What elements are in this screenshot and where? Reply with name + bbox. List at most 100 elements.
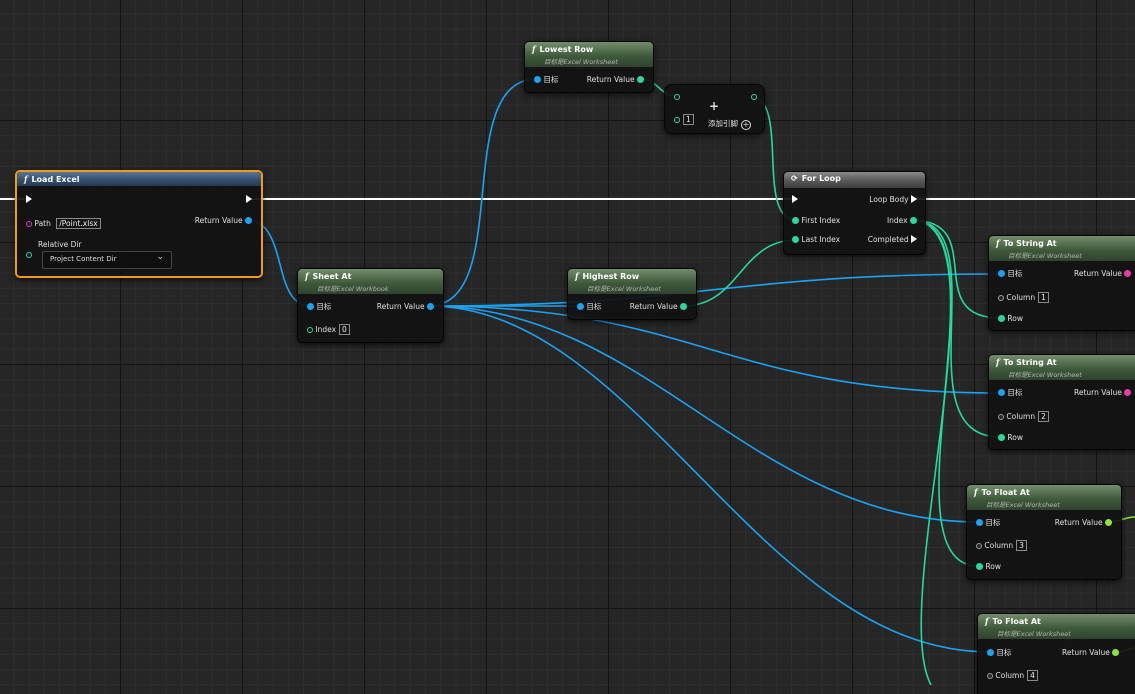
completed-arrow-icon[interactable]	[911, 235, 917, 243]
target-label: 目标	[1007, 388, 1023, 397]
node-header[interactable]: f To String At 目标是Excel Worksheet	[989, 236, 1135, 261]
add-input-b-pin[interactable]	[674, 117, 680, 123]
node-header[interactable]: f To Float At 目标是Excel Worksheet	[967, 485, 1121, 510]
node-subtitle: 目标是Excel Worksheet	[986, 501, 1060, 509]
sheet-to-tofloat1-wire	[427, 305, 980, 523]
return-pin[interactable]	[245, 217, 252, 224]
load-excel-node[interactable]: f Load Excel Path /Point.xlsx Return Valu…	[15, 170, 263, 278]
return-label: Return Value	[1074, 269, 1122, 278]
column-pin[interactable]	[998, 414, 1004, 420]
node-header[interactable]: f Sheet At 目标是Excel Workbook	[298, 269, 443, 294]
add-input-a-pin[interactable]	[674, 94, 680, 100]
function-f-icon: f	[996, 357, 1000, 367]
index-input[interactable]: 0	[339, 324, 350, 335]
return-pin[interactable]	[1124, 270, 1132, 277]
row-label: Row	[985, 562, 1001, 571]
path-input[interactable]: /Point.xlsx	[56, 218, 101, 229]
index-pin[interactable]	[910, 217, 917, 224]
add-input-b-value[interactable]: 1	[683, 114, 694, 125]
target-pin[interactable]	[987, 649, 994, 656]
exec-in-arrow-icon[interactable]	[26, 195, 32, 203]
return-label: Return Value	[629, 302, 678, 311]
index-pin[interactable]	[307, 327, 313, 333]
function-f-icon: f	[575, 271, 579, 281]
node-header[interactable]: ⟳ For Loop	[784, 172, 925, 188]
target-pin[interactable]	[998, 389, 1005, 396]
sheet-at-node[interactable]: f Sheet At 目标是Excel Workbook 目标 Return Va…	[297, 268, 444, 343]
node-header[interactable]: f Highest Row 目标是Excel Worksheet	[568, 269, 696, 294]
lowest-row-node[interactable]: f Lowest Row 目标是Excel Worksheet 目标 Return…	[524, 41, 654, 93]
to-float-at-node-1[interactable]: f To Float At 目标是Excel Worksheet 目标 Retur…	[966, 484, 1122, 580]
add-node[interactable]: 1 + 添加引脚 +	[664, 84, 765, 134]
function-f-icon: f	[974, 487, 978, 497]
function-f-icon: f	[996, 238, 1000, 248]
target-pin[interactable]	[976, 519, 983, 526]
return-label: Return Value	[1062, 648, 1110, 657]
column-input[interactable]: 4	[1027, 670, 1038, 681]
node-subtitle: 目标是Excel Worksheet	[544, 58, 618, 66]
row-label: Row	[1007, 314, 1023, 323]
return-pin[interactable]	[1112, 649, 1120, 656]
target-pin[interactable]	[534, 76, 541, 83]
exec-out-arrow-icon[interactable]	[246, 195, 252, 203]
last-index-pin[interactable]	[792, 236, 799, 243]
node-header[interactable]: f Lowest Row 目标是Excel Worksheet	[525, 42, 653, 67]
loop-body-arrow-icon[interactable]	[911, 195, 917, 203]
add-output-pin[interactable]	[751, 94, 757, 100]
node-title: To Float At	[992, 617, 1041, 626]
first-index-label: First Index	[801, 216, 841, 225]
return-pin[interactable]	[1124, 389, 1132, 396]
index-label: Index	[315, 325, 337, 334]
target-pin[interactable]	[307, 303, 314, 310]
column-input[interactable]: 2	[1038, 411, 1049, 422]
target-label: 目标	[586, 302, 602, 311]
row-pin[interactable]	[998, 315, 1005, 322]
node-header[interactable]: f To String At 目标是Excel Worksheet	[989, 355, 1135, 380]
return-pin[interactable]	[1105, 519, 1112, 526]
highest-to-last-index-wire	[682, 239, 797, 307]
return-pin[interactable]	[680, 303, 687, 310]
add-pin-label[interactable]: 添加引脚	[708, 119, 738, 128]
node-title: For Loop	[801, 174, 841, 183]
sheet-to-tostring1-wire	[427, 273, 1002, 307]
row-pin[interactable]	[976, 563, 983, 570]
node-title: To String At	[1003, 239, 1057, 248]
row-label: Row	[1007, 433, 1023, 442]
to-string-at-node-2[interactable]: f To String At 目标是Excel Worksheet 目标 Retu…	[988, 354, 1135, 450]
column-input[interactable]: 1	[1038, 292, 1049, 303]
highest-row-node[interactable]: f Highest Row 目标是Excel Worksheet 目标 Retur…	[567, 268, 697, 320]
integer-wires	[638, 78, 1001, 685]
column-label: Column	[1006, 412, 1036, 421]
relative-dir-dropdown[interactable]: Project Content Dir ⌄	[42, 251, 172, 269]
for-loop-node[interactable]: ⟳ For Loop Loop Body First Index Index La…	[783, 171, 926, 255]
to-float-at-node-2[interactable]: f To Float At 目标是Excel Worksheet 目标 Retur…	[977, 613, 1135, 694]
return-label: Return Value	[376, 302, 425, 311]
node-title: Highest Row	[582, 272, 640, 281]
return-pin[interactable]	[427, 303, 434, 310]
node-title: Lowest Row	[539, 45, 594, 54]
first-index-pin[interactable]	[792, 217, 799, 224]
add-pin-icon[interactable]: +	[741, 120, 751, 130]
loop-icon: ⟳	[791, 174, 798, 183]
path-label: Path	[34, 219, 51, 228]
exec-in-arrow-icon[interactable]	[792, 195, 798, 203]
node-header[interactable]: f Load Excel	[17, 172, 261, 186]
to-string-at-node-1[interactable]: f To String At 目标是Excel Worksheet 目标 Retu…	[988, 235, 1135, 331]
target-pin[interactable]	[577, 303, 584, 310]
row-pin[interactable]	[998, 434, 1005, 441]
dropdown-value: Project Content Dir	[50, 255, 117, 263]
object-wires	[245, 78, 1002, 653]
column-pin[interactable]	[976, 543, 982, 549]
path-pin[interactable]	[26, 221, 32, 227]
target-pin[interactable]	[998, 270, 1005, 277]
return-pin[interactable]	[637, 76, 644, 83]
node-subtitle: 目标是Excel Workbook	[317, 285, 389, 293]
column-input[interactable]: 3	[1016, 540, 1027, 551]
sheet-to-tostring2-wire	[427, 305, 1002, 394]
column-pin[interactable]	[987, 673, 993, 679]
column-pin[interactable]	[998, 295, 1004, 301]
node-subtitle: 目标是Excel Worksheet	[587, 285, 661, 293]
relative-dir-pin[interactable]	[26, 252, 32, 258]
target-label: 目标	[543, 75, 559, 84]
node-header[interactable]: f To Float At 目标是Excel Worksheet	[978, 614, 1135, 639]
